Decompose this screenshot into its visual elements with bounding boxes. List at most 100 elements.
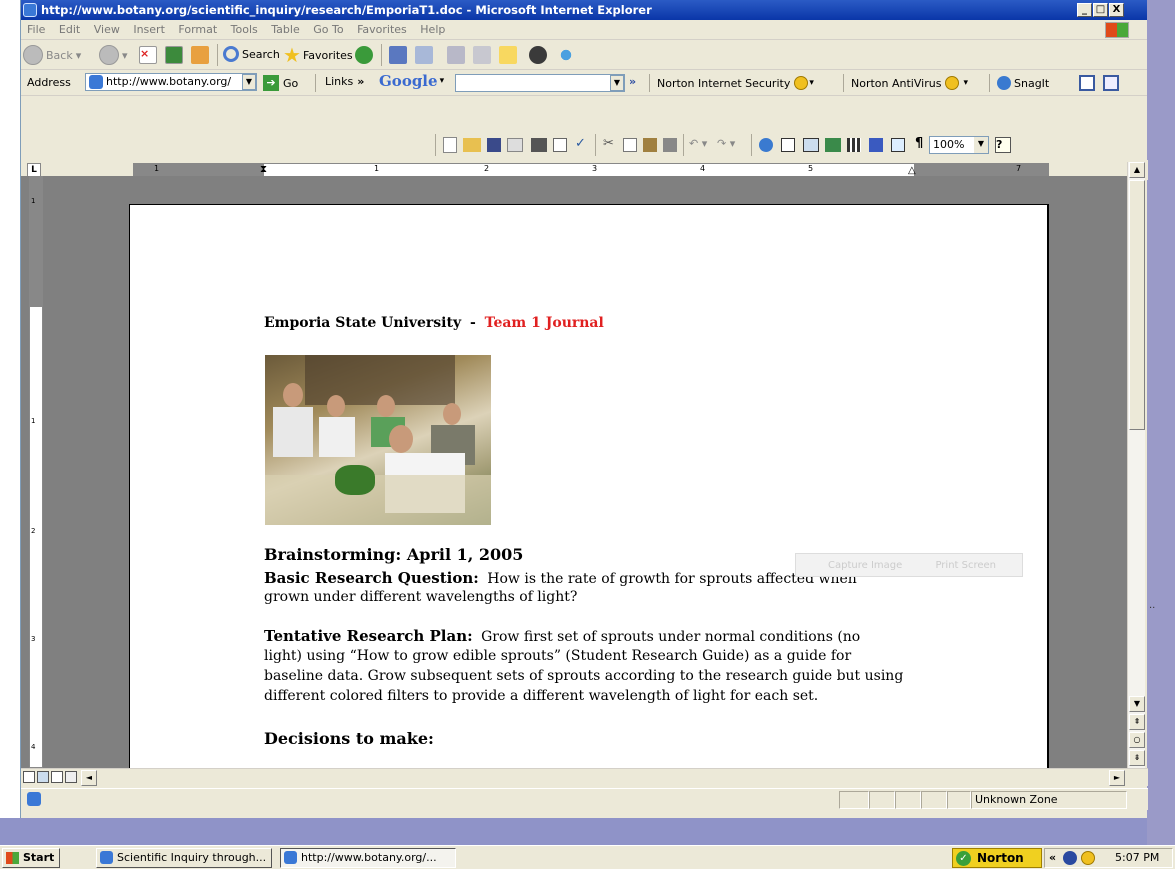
capture-popup[interactable]: Capture Image Print Screen (795, 553, 1023, 577)
hyperlink-icon[interactable] (759, 138, 773, 152)
taskbar-item-botany[interactable]: http://www.botany.org/... (280, 848, 456, 868)
taskbar-item-scientific-inquiry[interactable]: Scientific Inquiry through... (96, 848, 272, 868)
normal-view-button[interactable] (23, 771, 35, 783)
norton-antivirus-button[interactable]: Norton AntiVirus ▾ (851, 76, 968, 90)
columns-icon[interactable] (847, 138, 861, 152)
insert-table-icon[interactable] (803, 138, 819, 152)
title-bar[interactable]: http://www.botany.org/scientific_inquiry… (21, 0, 1147, 20)
zoom-dropdown-icon[interactable]: ▼ (974, 137, 988, 153)
address-input[interactable]: http://www.botany.org/ ▼ (85, 73, 257, 91)
globe-icon (794, 76, 809, 90)
save-icon[interactable] (487, 138, 501, 152)
norton-tray-button[interactable]: ✓ Norton (952, 848, 1042, 868)
print-screen-button[interactable]: Print Screen (935, 560, 996, 571)
insert-excel-icon[interactable] (825, 138, 841, 152)
address-dropdown-icon[interactable]: ▼ (242, 74, 256, 90)
print-layout-button[interactable] (51, 771, 63, 783)
print-icon[interactable] (531, 138, 547, 152)
messenger-icon[interactable] (529, 46, 547, 64)
google-toolbar-button[interactable]: Google ▾ (379, 72, 444, 90)
google-search-input[interactable]: ▼ (455, 74, 625, 92)
next-page-button[interactable]: ⇟ (1129, 750, 1145, 766)
undo-icon[interactable]: ↶ ▾ (689, 137, 707, 150)
users-icon[interactable] (557, 46, 575, 64)
web-layout-button[interactable] (37, 771, 49, 783)
redo-icon[interactable]: ↷ ▾ (717, 137, 735, 150)
norton-globe-icon[interactable] (1081, 851, 1095, 865)
new-document-icon[interactable] (443, 137, 457, 153)
flash-icon[interactable] (1063, 851, 1077, 865)
back-button[interactable]: Back ▾ (23, 45, 81, 65)
menu-table[interactable]: Table (271, 20, 299, 40)
tab-selector[interactable]: L (27, 163, 41, 177)
stop-icon[interactable]: × (139, 46, 157, 64)
go-button[interactable]: ➔ Go (263, 75, 298, 91)
history-icon[interactable] (355, 46, 373, 64)
capture-image-button[interactable]: Capture Image (828, 560, 902, 571)
research-icon[interactable] (389, 46, 407, 64)
links-chevron-icon: » (357, 75, 365, 88)
tables-borders-icon[interactable] (781, 138, 795, 152)
norton-security-button[interactable]: Norton Internet Security ▾ (657, 76, 814, 90)
menu-view[interactable]: View (94, 20, 120, 40)
spelling-icon[interactable]: ✓ (575, 136, 591, 152)
scroll-left-button[interactable]: ◄ (81, 770, 97, 786)
horizontal-ruler[interactable]: 1 1 2 3 4 5 7 ⧗ △ (133, 163, 1049, 177)
snagit-web-icon[interactable] (1103, 75, 1119, 91)
copy-icon[interactable] (623, 138, 637, 152)
snagit-button[interactable]: SnagIt (997, 76, 1049, 90)
start-button[interactable]: Start (2, 848, 60, 868)
minimize-button[interactable]: _ (1077, 3, 1092, 17)
vertical-scrollbar[interactable]: ▲ ▼ ⇞ ○ ⇟ (1127, 162, 1145, 768)
close-button[interactable]: X (1109, 3, 1124, 17)
menu-insert[interactable]: Insert (133, 20, 165, 40)
cut-icon[interactable]: ✂ (603, 136, 614, 151)
back-dropdown-icon[interactable]: ▾ (76, 49, 82, 62)
maximize-button[interactable]: □ (1093, 3, 1108, 17)
search-button[interactable]: Search (223, 46, 280, 62)
document-map-icon[interactable] (891, 138, 905, 152)
google-search-dropdown-icon[interactable]: ▼ (610, 75, 624, 91)
links-button[interactable]: Links » (325, 75, 364, 88)
left-indent-marker[interactable]: ⧗ (260, 164, 267, 176)
tray-expand-icon[interactable]: « (1049, 849, 1056, 867)
previous-page-button[interactable]: ⇞ (1129, 714, 1145, 730)
menu-format[interactable]: Format (178, 20, 217, 40)
scroll-thumb[interactable] (1129, 180, 1145, 430)
google-chevron-icon[interactable]: » (629, 75, 636, 88)
menu-help[interactable]: Help (420, 20, 445, 40)
scroll-up-button[interactable]: ▲ (1129, 162, 1145, 178)
menu-edit[interactable]: Edit (59, 20, 80, 40)
drawing-icon[interactable] (869, 138, 883, 152)
document-page[interactable]: Emporia State University - Team 1 Journa… (129, 204, 1049, 768)
team-photo (265, 355, 491, 525)
edit-icon[interactable] (473, 46, 491, 64)
refresh-icon[interactable] (165, 46, 183, 64)
help-icon[interactable]: ? (995, 137, 1011, 153)
snagit-window-icon[interactable] (1079, 75, 1095, 91)
menu-file[interactable]: File (27, 20, 45, 40)
forward-button[interactable]: ▾ (99, 45, 128, 65)
menu-goto[interactable]: Go To (313, 20, 343, 40)
menu-favorites[interactable]: Favorites (357, 20, 407, 40)
scroll-right-button[interactable]: ► (1109, 770, 1125, 786)
print-icon[interactable] (447, 46, 465, 64)
scroll-down-button[interactable]: ▼ (1129, 696, 1145, 712)
permission-icon[interactable] (507, 138, 523, 152)
zoom-select[interactable]: 100% ▼ (929, 136, 989, 154)
format-painter-icon[interactable] (663, 138, 677, 152)
home-icon[interactable] (191, 46, 209, 64)
show-formatting-icon[interactable]: ¶ (915, 136, 923, 151)
menu-tools[interactable]: Tools (231, 20, 258, 40)
document-header: Emporia State University - Team 1 Journa… (264, 315, 604, 331)
select-browse-object-button[interactable]: ○ (1129, 732, 1145, 748)
notes-icon[interactable] (499, 46, 517, 64)
vertical-ruler[interactable]: 1 1 2 3 4 (29, 176, 43, 768)
open-folder-icon[interactable] (463, 138, 481, 152)
forward-dropdown-icon[interactable]: ▾ (122, 49, 128, 62)
favorites-button[interactable]: ★ Favorites (283, 45, 353, 65)
paste-icon[interactable] (643, 138, 657, 152)
print-preview-icon[interactable] (553, 138, 567, 152)
mail-icon[interactable] (415, 46, 433, 64)
outline-view-button[interactable] (65, 771, 77, 783)
